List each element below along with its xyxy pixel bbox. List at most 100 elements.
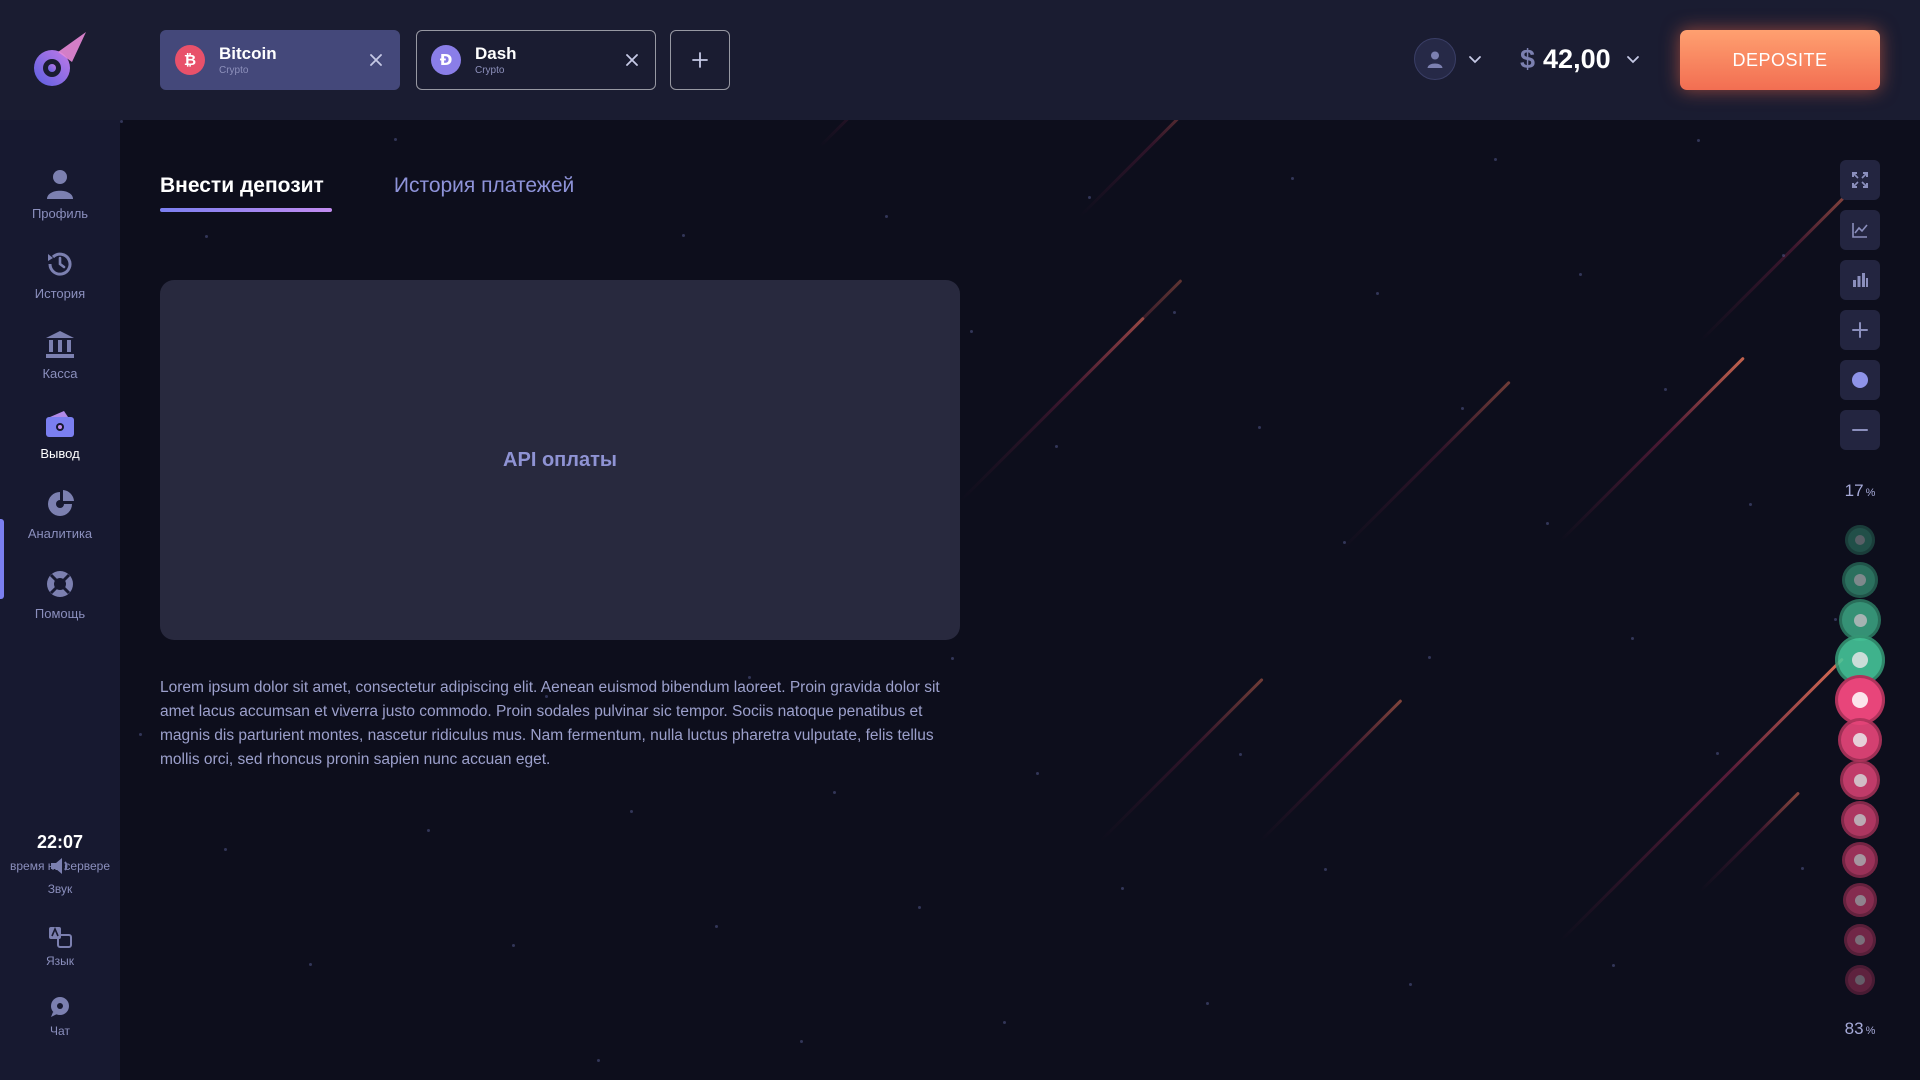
background-particle	[1494, 158, 1497, 161]
background-particle	[1801, 867, 1804, 870]
active-tab-underline	[160, 208, 332, 212]
sentiment-dot-bearish	[1841, 801, 1879, 839]
language-label: Язык	[45, 954, 75, 968]
chat-icon	[51, 997, 69, 1017]
asset-tab-dash[interactable]: Ð Dash Crypto	[416, 30, 656, 90]
bearish-percent-value: 83	[1844, 1019, 1864, 1038]
asset-name: Dash	[475, 43, 517, 63]
background-streak	[1338, 380, 1511, 553]
background-particle	[139, 733, 142, 736]
background-particle	[800, 1040, 803, 1043]
bullish-percent-value: 17	[1844, 481, 1864, 500]
chat-label: Чат	[50, 1024, 70, 1038]
sidebar-item-withdraw[interactable]: Вывод	[0, 408, 120, 478]
background-particle	[1428, 656, 1431, 659]
api-box-label: API оплаты	[503, 448, 617, 471]
background-particle	[1546, 522, 1549, 525]
background-particle	[1376, 292, 1379, 295]
sentiment-dot-bearish	[1838, 718, 1882, 762]
background-particle	[120, 120, 123, 123]
language-selector[interactable]: Язык	[0, 926, 120, 968]
sidebar-item-profile[interactable]: Профиль	[0, 168, 120, 238]
left-sidebar: Профиль История Касса Вывод Аналитика По…	[0, 120, 120, 1080]
asset-tab-bitcoin[interactable]: ₿ Bitcoin Crypto	[160, 30, 400, 90]
sound-label: Звук	[47, 882, 73, 896]
background-particle	[205, 235, 208, 238]
background-streak	[1558, 657, 1844, 943]
background-particle	[1749, 503, 1752, 506]
tab-payment-history[interactable]: История платежей	[394, 174, 574, 212]
background-particle	[1036, 772, 1039, 775]
brand-logo[interactable]	[28, 28, 92, 92]
background-particle	[833, 791, 836, 794]
chat-button[interactable]: Чат	[0, 996, 120, 1038]
plus-icon	[692, 52, 708, 68]
line-chart-button[interactable]	[1840, 210, 1880, 250]
background-particle	[1121, 887, 1124, 890]
chevron-down-icon[interactable]	[1626, 55, 1640, 65]
background-streak	[1098, 677, 1264, 843]
balance-display[interactable]: $ 42,00	[1520, 44, 1611, 75]
background-particle	[597, 1059, 600, 1062]
sidebar-item-analytics[interactable]: Аналитика	[0, 488, 120, 558]
background-streak	[1558, 356, 1745, 543]
background-particle	[630, 810, 633, 813]
bearish-percent: 83%	[1820, 1019, 1900, 1039]
background-particle	[1258, 426, 1261, 429]
background-particle	[1782, 254, 1785, 257]
background-particle	[682, 234, 685, 237]
background-particle	[1088, 196, 1091, 199]
tab-label: Внести депозит	[160, 174, 324, 197]
sound-toggle[interactable]: Звук	[0, 856, 120, 896]
fullscreen-button[interactable]	[1840, 160, 1880, 200]
tab-label: История платежей	[393, 174, 575, 197]
bitcoin-icon: ₿	[175, 45, 205, 75]
background-streak	[1698, 791, 1801, 893]
sentiment-dot-bearish	[1844, 924, 1876, 956]
background-particle	[427, 829, 430, 832]
background-streak	[1078, 120, 1202, 218]
close-icon[interactable]	[621, 49, 643, 71]
background-particle	[1664, 388, 1667, 391]
sentiment-dot-bullish	[1845, 525, 1875, 555]
sidebar-item-label: Профиль	[31, 206, 89, 221]
add-asset-button[interactable]	[670, 30, 730, 90]
chevron-down-icon[interactable]	[1468, 55, 1482, 65]
user-icon	[1427, 51, 1443, 68]
sidebar-item-cashbox[interactable]: Касса	[0, 328, 120, 398]
background-particle	[1343, 541, 1346, 544]
bullish-percent: 17%	[1820, 481, 1900, 501]
zoom-reset-button[interactable]	[1840, 360, 1880, 400]
deposit-tabs: Внести депозит История платежей	[160, 174, 644, 212]
sentiment-dot-bearish	[1842, 842, 1878, 878]
background-streak	[958, 316, 1145, 503]
line-chart-icon	[1852, 223, 1868, 238]
background-particle	[1461, 407, 1464, 410]
zoom-in-button[interactable]	[1840, 310, 1880, 350]
tab-deposit[interactable]: Внести депозит	[160, 174, 332, 212]
background-particle	[715, 925, 718, 928]
fullscreen-icon	[1852, 172, 1868, 188]
avatar[interactable]	[1414, 38, 1456, 80]
bar-chart-button[interactable]	[1840, 260, 1880, 300]
percent-sign: %	[1865, 1025, 1876, 1037]
zoom-out-button[interactable]	[1840, 410, 1880, 450]
background-particle	[1631, 637, 1634, 640]
background-particle	[885, 215, 888, 218]
sidebar-item-help[interactable]: Помощь	[0, 568, 120, 638]
minus-icon	[1852, 429, 1868, 431]
background-particle	[394, 138, 397, 141]
payment-api-placeholder: API оплаты	[160, 280, 960, 640]
deposit-button[interactable]: DEPOSITE	[1680, 30, 1880, 90]
sidebar-item-label: Касса	[42, 366, 78, 381]
background-particle	[918, 906, 921, 909]
background-particle	[1206, 1002, 1209, 1005]
close-icon[interactable]	[365, 49, 387, 71]
background-particle	[1055, 445, 1058, 448]
background-particle	[512, 944, 515, 947]
background-streak	[1698, 184, 1857, 343]
sentiment-dot-bearish	[1840, 760, 1880, 800]
background-particle	[309, 963, 312, 966]
currency-symbol: $	[1520, 44, 1536, 74]
sidebar-item-history[interactable]: История	[0, 248, 120, 318]
